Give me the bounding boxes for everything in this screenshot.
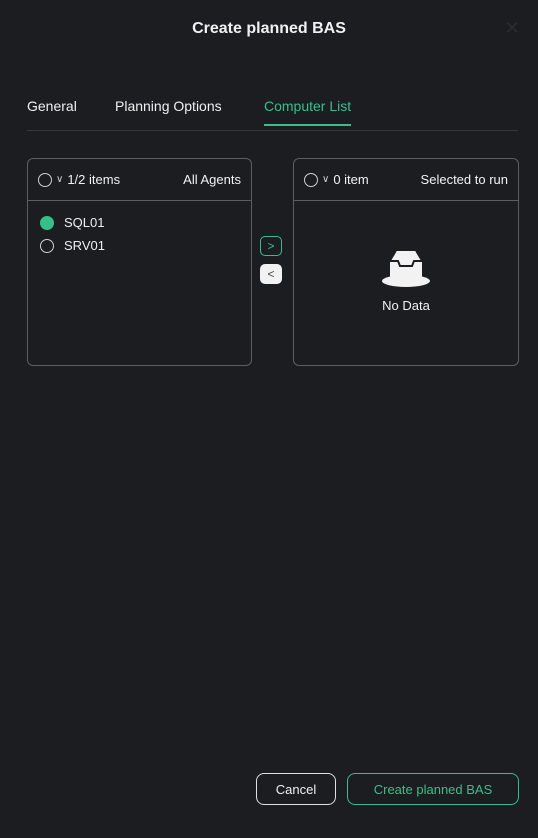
no-data-text: No Data	[382, 298, 430, 313]
create-planned-bas-dialog: Create planned BAS ✕ General Planning Op…	[0, 0, 538, 838]
item-count: 1/2 items	[67, 172, 121, 187]
select-all-checkbox[interactable]	[38, 172, 52, 187]
tab-computer-list[interactable]: Computer List	[264, 98, 352, 126]
chevron-down-icon[interactable]: ∨	[56, 174, 63, 185]
panel-title: Selected to run	[420, 172, 508, 187]
chevron-left-icon: <	[267, 267, 275, 281]
selected-to-run-panel: ∨ 0 item Selected to run No Data	[293, 158, 519, 366]
agent-list: SQL01 SRV01	[28, 201, 251, 257]
create-planned-bas-button[interactable]: Create planned BAS	[347, 773, 519, 805]
empty-tray-icon	[382, 250, 430, 287]
panel-header: ∨ 0 item Selected to run	[294, 159, 518, 201]
move-left-button[interactable]: <	[260, 264, 282, 284]
tab-general[interactable]: General	[27, 98, 77, 124]
list-item[interactable]: SQL01	[28, 211, 251, 234]
dialog-title: Create planned BAS	[192, 20, 346, 37]
chevron-down-icon[interactable]: ∨	[322, 174, 329, 185]
item-label: SQL01	[64, 215, 105, 230]
tab-planning-options[interactable]: Planning Options	[115, 98, 222, 124]
move-right-button[interactable]: >	[260, 236, 282, 256]
list-item[interactable]: SRV01	[28, 234, 251, 257]
panel-header: ∨ 1/2 items All Agents	[28, 159, 251, 201]
item-checkbox[interactable]	[40, 215, 54, 230]
tab-bar: General Planning Options Computer List	[27, 98, 518, 131]
select-all-checkbox[interactable]	[304, 172, 318, 187]
close-icon[interactable]: ✕	[502, 18, 522, 38]
transfer-controls: > <	[260, 0, 284, 284]
item-label: SRV01	[64, 238, 105, 253]
panel-title: All Agents	[183, 172, 241, 187]
empty-state: No Data	[294, 247, 518, 313]
all-agents-panel: ∨ 1/2 items All Agents SQL01 SRV01	[27, 158, 252, 366]
item-count: 0 item	[333, 172, 369, 187]
item-checkbox[interactable]	[40, 238, 54, 253]
cancel-button[interactable]: Cancel	[256, 773, 336, 805]
chevron-right-icon: >	[267, 239, 275, 253]
